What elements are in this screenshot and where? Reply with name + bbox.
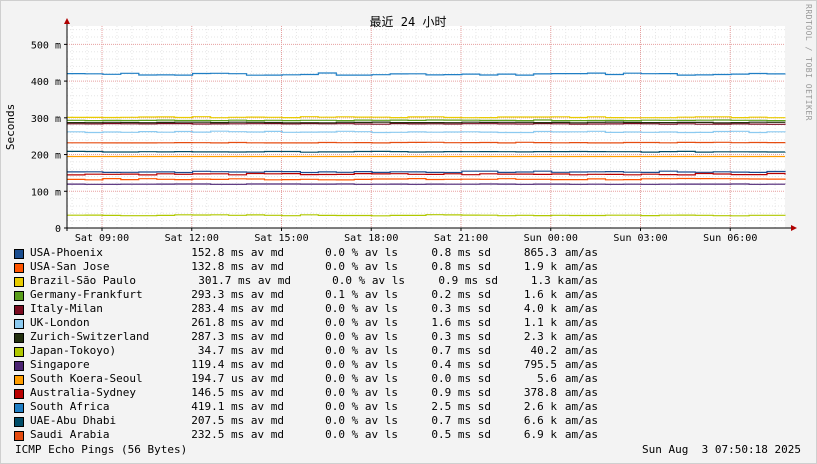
legend-unit: am/as	[564, 344, 598, 357]
x-tick-label: Sat 21:00	[434, 233, 488, 244]
x-tick-label: Sat 12:00	[165, 233, 219, 244]
series-line-saudi-arabia	[67, 141, 786, 144]
legend-unit: am/as	[564, 260, 598, 273]
legend-unit: am/as	[564, 358, 598, 371]
probe-description: ICMP Echo Pings (56 Bytes)	[15, 443, 188, 456]
x-axis-arrow	[791, 225, 797, 231]
legend-unit: am/as	[564, 414, 598, 427]
legend-unit: am/as	[564, 330, 598, 343]
y-tick-label: 0	[55, 224, 61, 235]
plot-background	[67, 26, 785, 228]
y-tick-label: 400 m	[31, 77, 61, 88]
y-axis-label: Seconds	[4, 104, 17, 150]
x-tick-label: Sun 03:00	[613, 233, 667, 244]
x-tick-label: Sat 09:00	[75, 233, 129, 244]
legend-unit: am/as	[564, 372, 598, 385]
y-axis-arrow	[64, 18, 70, 24]
legend-unit: am/as	[564, 302, 598, 315]
legend-unit: am/as	[564, 274, 598, 287]
series-line-zurich-switzerland	[67, 121, 786, 124]
legend-unit: am/as	[564, 386, 598, 399]
series-line-germany-frankfurt	[67, 119, 786, 122]
legend-unit: am/as	[564, 288, 598, 301]
x-tick-label: Sat 15:00	[254, 233, 308, 244]
series-line-uae-abu-dhabi	[67, 150, 786, 153]
timestamp: Sun Aug 3 07:50:18 2025	[642, 443, 801, 456]
x-tick-label: Sun 00:00	[524, 233, 578, 244]
series-line-usa-phoenix	[67, 170, 786, 174]
x-tick-label: Sun 06:00	[703, 233, 757, 244]
y-tick-label: 500 m	[31, 40, 61, 51]
legend-unit: am/as	[564, 428, 598, 441]
x-tick-label: Sat 18:00	[344, 233, 398, 244]
y-tick-label: 300 m	[31, 114, 61, 125]
series-line-japan-tokoyo-	[67, 214, 786, 217]
series-line-italy-milan	[67, 122, 786, 125]
legend-unit: am/as	[564, 400, 598, 413]
y-tick-labels: 0 100 m 200 m 300 m 400 m 500 m	[31, 40, 61, 235]
chart-title: 最近 24 小时	[370, 15, 447, 29]
y-tick-label: 100 m	[31, 187, 61, 198]
legend-unit: am/as	[564, 246, 598, 259]
y-tick-label: 200 m	[31, 151, 61, 162]
legend-unit: am/as	[564, 316, 598, 329]
x-tick-labels: Sat 09:00 Sat 12:00 Sat 15:00 Sat 18:00 Sat …	[75, 233, 757, 244]
rrdtool-watermark: RRDTOOL / TOBI OETIKER	[804, 4, 813, 121]
